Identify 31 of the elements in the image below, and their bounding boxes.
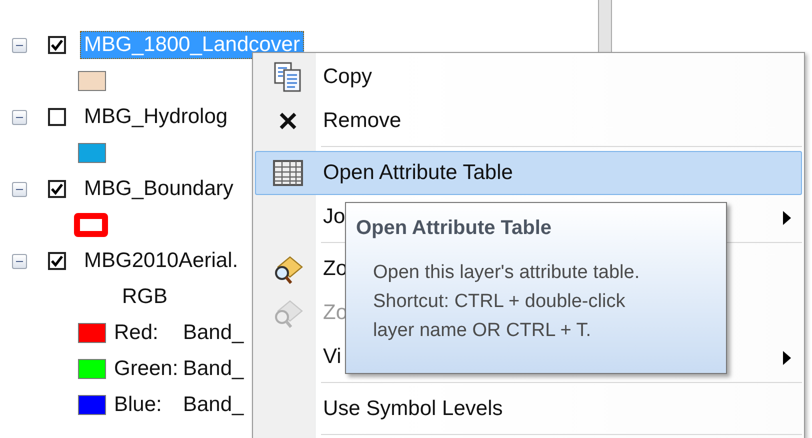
menu-item[interactable]: Remove — [323, 109, 402, 133]
copy-icon — [273, 61, 303, 93]
menu-item[interactable]: Vi — [323, 345, 342, 369]
menu-item[interactable]: Use Symbol Levels — [323, 397, 503, 421]
menu-item[interactable]: Jo — [323, 205, 346, 229]
collapse-icon[interactable] — [12, 38, 27, 52]
tooltip-text: layer name OR CTRL + T. — [373, 319, 592, 343]
layer-name[interactable]: MBG2010Aerial. — [80, 247, 242, 275]
band-value: Band_ — [183, 393, 244, 417]
layer-checkbox[interactable] — [48, 108, 66, 126]
tooltip-title: Open Attribute Table — [356, 217, 553, 240]
layer-checkbox[interactable] — [48, 252, 66, 270]
layer-checkbox[interactable] — [48, 36, 66, 54]
band-label: Green: — [114, 357, 180, 381]
band-label: Red: — [114, 321, 160, 345]
layer-checkbox[interactable] — [48, 180, 66, 198]
tooltip-text: Open this layer's attribute table. — [373, 261, 641, 285]
layer-name[interactable]: MBG_Hydrolog — [80, 103, 232, 131]
band-value: Band_ — [183, 321, 244, 345]
layer-name[interactable]: MBG_Boundary — [80, 175, 238, 203]
band-label: Blue: — [114, 393, 163, 417]
table-icon — [273, 160, 303, 186]
band-value: Band_ — [183, 357, 244, 381]
legend-heading: RGB — [122, 285, 168, 309]
menu-item[interactable]: Copy — [323, 65, 372, 89]
collapse-icon[interactable] — [12, 110, 27, 124]
collapse-icon[interactable] — [12, 182, 27, 196]
collapse-icon[interactable] — [12, 254, 27, 268]
tooltip-text: Shortcut: CTRL + double-click — [373, 290, 626, 314]
remove-icon — [278, 111, 298, 131]
menu-item[interactable]: Open Attribute Table — [255, 151, 802, 195]
